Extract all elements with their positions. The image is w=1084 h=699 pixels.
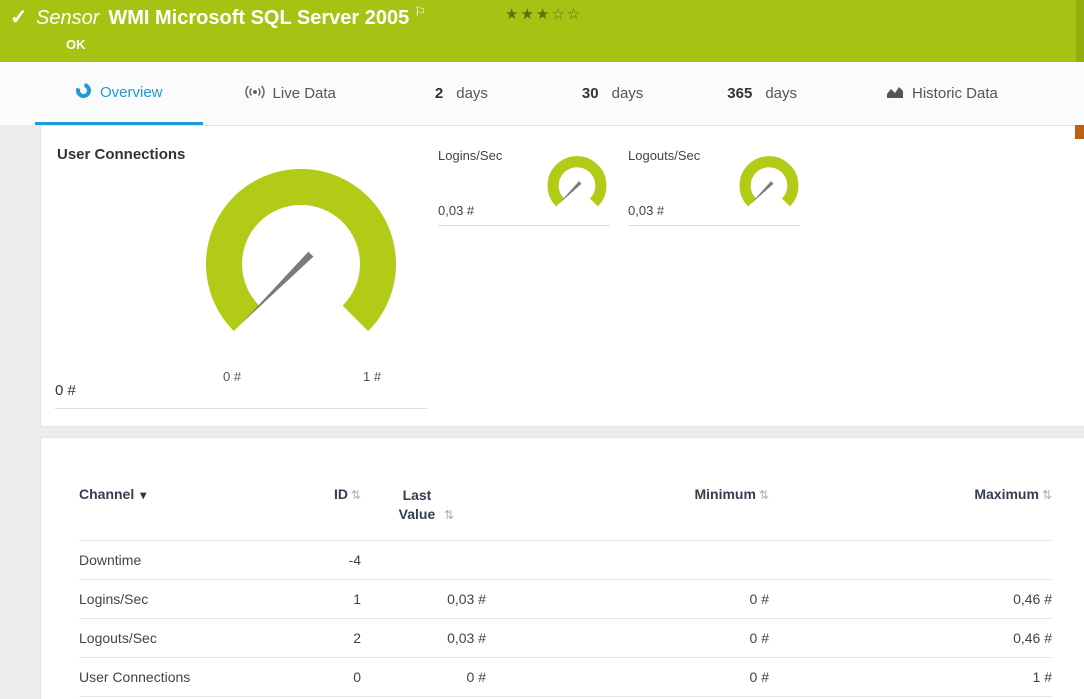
user-connections-gauge [201, 169, 401, 344]
channels-table: Channel▾ ID⇅ Last Value⇅ Minimum⇅ Maximu… [79, 474, 1052, 697]
channel-name[interactable]: Logins/Sec [79, 580, 301, 619]
logins-gauge-value: 0,03 # [438, 203, 474, 218]
star-rating[interactable]: ★★★☆☆ [505, 5, 582, 23]
channel-name[interactable]: User Connections [79, 658, 301, 697]
filled-stars: ★★★ [505, 6, 551, 23]
channel-last-value [361, 541, 511, 580]
channel-id: 0 [301, 658, 361, 697]
historic-data-icon [886, 85, 904, 103]
tab-2-days[interactable]: 2 days [423, 62, 500, 125]
maximum-sort-icon: ⇅ [1042, 488, 1052, 502]
channel-id: 2 [301, 619, 361, 658]
header-minimum-label: Minimum [694, 486, 755, 502]
status-badge: OK [66, 37, 86, 52]
channel-id: 1 [301, 580, 361, 619]
channels-panel: Channel▾ ID⇅ Last Value⇅ Minimum⇅ Maximu… [40, 437, 1084, 699]
logouts-gauge-title: Logouts/Sec [628, 148, 700, 163]
table-header-row: Channel▾ ID⇅ Last Value⇅ Minimum⇅ Maximu… [79, 474, 1052, 541]
header-id-label: ID [334, 486, 348, 502]
priority-flag-icon[interactable]: ⚐ [414, 4, 426, 19]
main-gauge-value: 0 # [55, 382, 76, 399]
logouts-gauge-value: 0,03 # [628, 203, 664, 218]
last-value-sort-icon: ⇅ [444, 508, 454, 522]
table-row: Logouts/Sec 2 0,03 # 0 # 0,46 # [79, 619, 1052, 658]
table-row: Downtime -4 [79, 541, 1052, 580]
logins-gauge [546, 156, 608, 214]
sensor-header: ✓ Sensor WMI Microsoft SQL Server 2005 ⚐ ★… [0, 0, 1084, 62]
header-edge-strip [1076, 0, 1084, 62]
channel-name[interactable]: Logouts/Sec [79, 619, 301, 658]
channel-maximum: 0,46 # [791, 580, 1052, 619]
channel-maximum [791, 541, 1052, 580]
channel-last-value: 0,03 # [361, 619, 511, 658]
status-check-icon: ✓ [10, 5, 28, 30]
tab-30-days-number: 30 [582, 85, 599, 102]
header-id[interactable]: ID⇅ [301, 474, 361, 541]
channel-minimum [511, 541, 791, 580]
header-last-value[interactable]: Last Value⇅ [361, 474, 511, 541]
id-sort-icon: ⇅ [351, 488, 361, 502]
tab-overview[interactable]: Overview [35, 62, 203, 125]
main-gauge-divider [55, 408, 427, 409]
header-maximum[interactable]: Maximum⇅ [791, 474, 1052, 541]
tab-30-days[interactable]: 30 days [570, 62, 655, 125]
empty-stars: ☆☆ [551, 6, 582, 23]
tab-historic-data[interactable]: Historic Data [874, 62, 1010, 125]
header-maximum-label: Maximum [974, 486, 1039, 502]
overview-icon [75, 82, 92, 103]
table-row: User Connections 0 0 # 0 # 1 # [79, 658, 1052, 697]
tab-live-data-label: Live Data [273, 85, 336, 102]
header-last-value-label: Last Value [393, 486, 441, 524]
header-minimum[interactable]: Minimum ⇅ [511, 474, 791, 541]
table-row: Logins/Sec 1 0,03 # 0 # 0,46 # [79, 580, 1052, 619]
tab-live-data[interactable]: Live Data [233, 62, 348, 125]
tab-30-days-label: days [612, 85, 644, 102]
logouts-gauge [738, 156, 800, 214]
channel-id: -4 [301, 541, 361, 580]
main-gauge-title: User Connections [57, 146, 185, 163]
title-line: Sensor WMI Microsoft SQL Server 2005 ⚐ [36, 7, 426, 30]
tab-historic-data-label: Historic Data [912, 85, 998, 102]
channel-name[interactable]: Downtime [79, 541, 301, 580]
logouts-gauge-divider [628, 225, 800, 226]
tab-overview-label: Overview [100, 84, 163, 101]
tab-2-days-number: 2 [435, 85, 443, 102]
header-channel-label: Channel [79, 486, 134, 502]
corner-handle[interactable] [1075, 125, 1084, 139]
logins-gauge-title: Logins/Sec [438, 148, 502, 163]
header-channel[interactable]: Channel ▾ [79, 474, 301, 541]
logins-gauge-divider [438, 225, 610, 226]
tab-365-days[interactable]: 365 days [715, 62, 809, 125]
tab-365-days-label: days [765, 85, 797, 102]
sensor-type-label: Sensor [36, 7, 99, 29]
channel-minimum: 0 # [511, 580, 791, 619]
channel-last-value: 0,03 # [361, 580, 511, 619]
gauge-scale-min: 0 # [223, 369, 241, 384]
channel-dropdown-icon[interactable]: ▾ [140, 488, 146, 502]
channel-maximum: 1 # [791, 658, 1052, 697]
channel-minimum: 0 # [511, 658, 791, 697]
gauge-scale-max: 1 # [363, 369, 381, 384]
tab-2-days-label: days [456, 85, 488, 102]
channel-minimum: 0 # [511, 619, 791, 658]
tab-bar: Overview Live Data 2 days 30 days 365 da… [0, 62, 1084, 125]
page-title: WMI Microsoft SQL Server 2005 [108, 7, 409, 29]
tab-365-days-number: 365 [727, 85, 752, 102]
channel-maximum: 0,46 # [791, 619, 1052, 658]
minimum-sort-icon: ⇅ [759, 488, 769, 502]
gauges-panel: User Connections 0 # 1 # 0 # Logins/Sec … [40, 125, 1084, 427]
live-data-icon [245, 85, 265, 103]
channel-last-value: 0 # [361, 658, 511, 697]
